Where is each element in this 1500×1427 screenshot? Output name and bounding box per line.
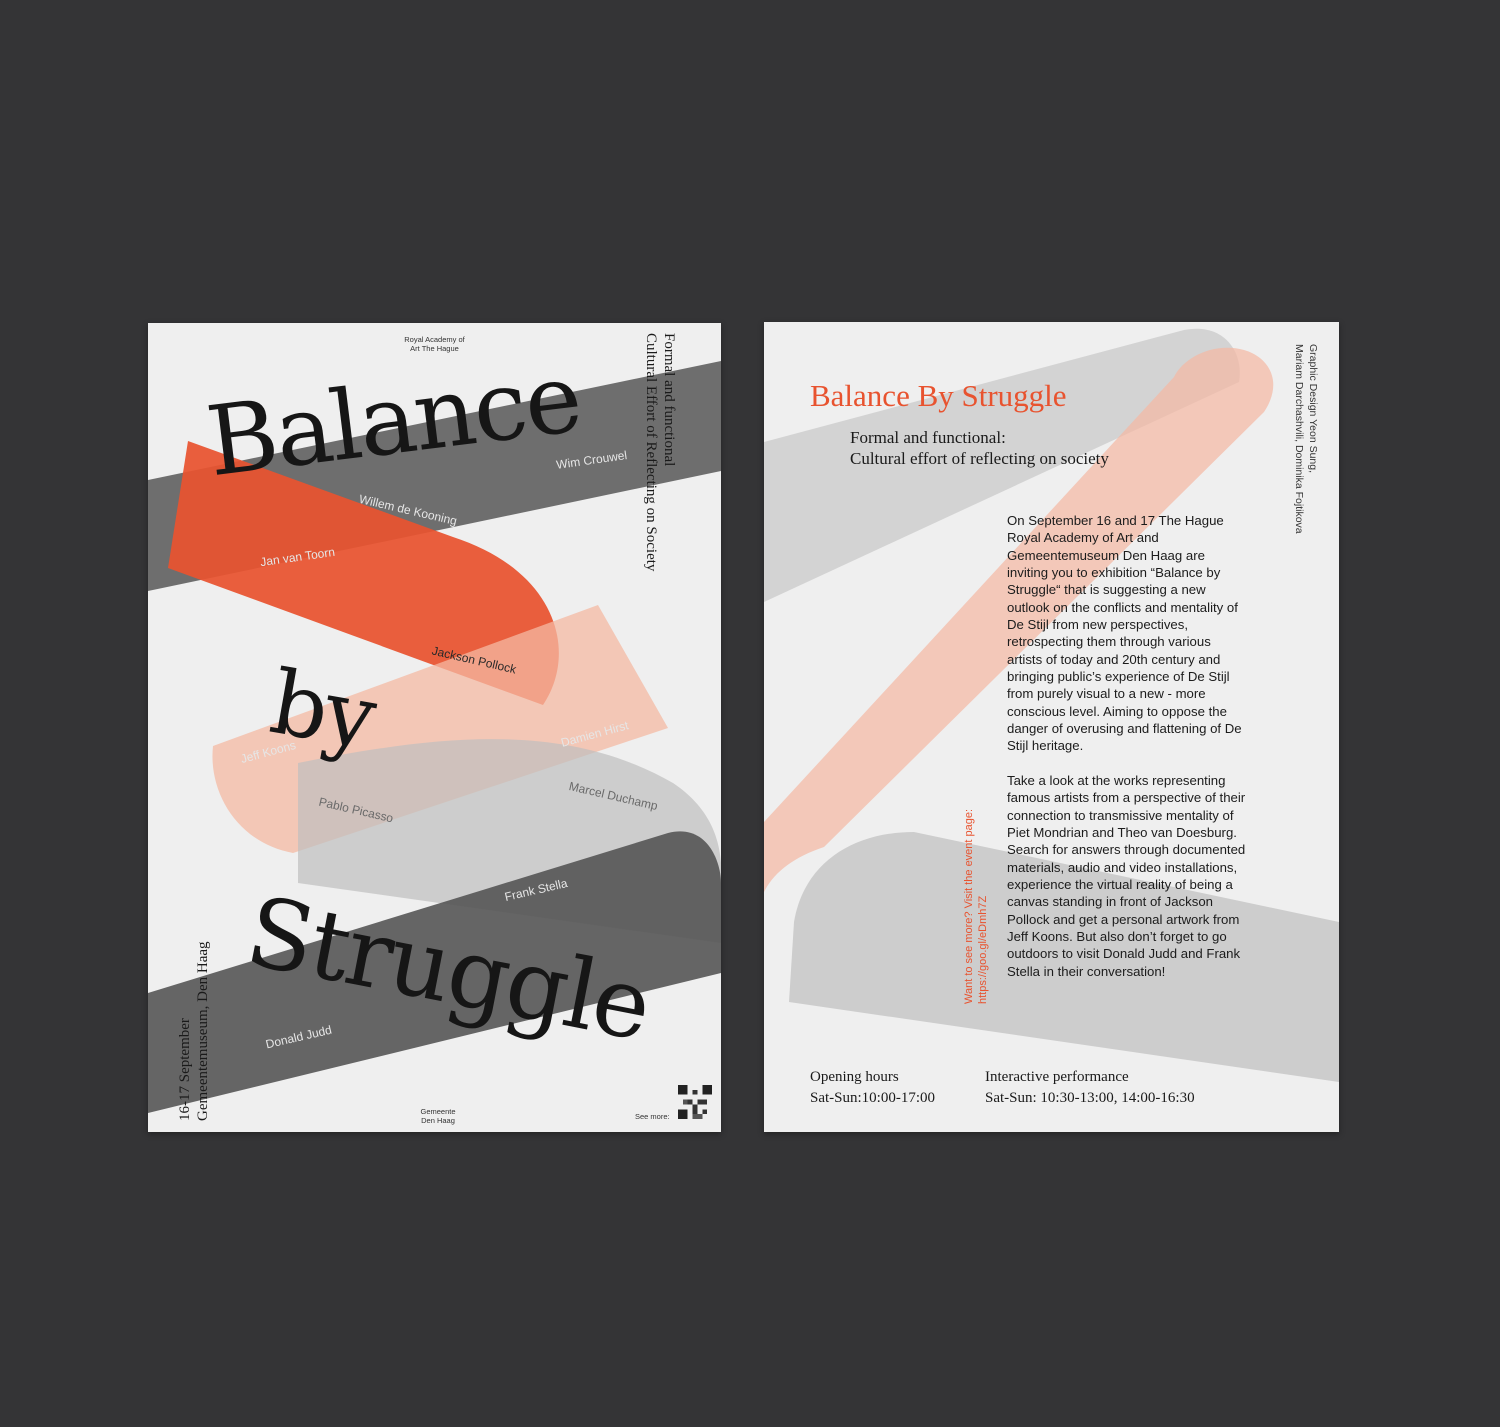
institution-bottom-line2: Den Haag	[421, 1116, 455, 1125]
event-link-label: Want to see more? Visit the event page:	[963, 808, 975, 1004]
subtitle-line1: Formal and functional	[661, 333, 677, 467]
date-line2: Gemeentemuseum, Den Haag	[195, 941, 211, 1121]
institution-bottom: Gemeente Den Haag	[378, 1107, 498, 1125]
back-title: Balance By Struggle	[810, 378, 1067, 413]
performance-value: Sat-Sun: 10:30-13:00, 14:00-16:30	[985, 1090, 1195, 1106]
credits-line2: Mariam Darchashvili, Dominika Fojtikova	[1293, 344, 1305, 534]
back-subtitle-line2: Cultural effort of reflecting on society	[850, 449, 1109, 468]
opening-hours: Opening hours Sat-Sun:10:00-17:00	[810, 1067, 935, 1109]
opening-hours-label: Opening hours	[810, 1069, 899, 1085]
poster-front: Royal Academy of Art The Hague Balance b…	[148, 323, 721, 1132]
date-vertical: 16-17 September Gemeentemuseum, Den Haag	[176, 941, 212, 1121]
qr-code-icon[interactable]	[678, 1085, 712, 1119]
credits-line1: Graphic Design Yeon Sung,	[1307, 344, 1319, 474]
body-paragraph-1: On September 16 and 17 The Hague Royal A…	[1007, 513, 1242, 754]
event-link-url[interactable]: https://goo.gl/eDmh7Z	[976, 809, 990, 1004]
institution-top-line1: Royal Academy of	[404, 335, 465, 344]
subtitle-vertical: Formal and functional Cultural Effort of…	[642, 333, 678, 571]
credits-vertical: Graphic Design Yeon Sung, Mariam Darchas…	[1292, 344, 1320, 534]
date-line1: 16-17 September	[177, 1018, 193, 1121]
poster-back: Balance By Struggle Formal and functiona…	[764, 322, 1339, 1132]
institution-top: Royal Academy of Art The Hague	[148, 335, 721, 353]
event-link-vertical[interactable]: Want to see more? Visit the event page: …	[962, 809, 990, 1004]
back-body: On September 16 and 17 The Hague Royal A…	[1007, 512, 1249, 997]
body-paragraph-2: Take a look at the works representing fa…	[1007, 772, 1246, 979]
institution-top-line2: Art The Hague	[410, 344, 459, 353]
see-more-label: See more:	[635, 1112, 670, 1121]
back-subtitle-line1: Formal and functional:	[850, 428, 1006, 447]
institution-bottom-line1: Gemeente	[420, 1107, 456, 1116]
opening-hours-value: Sat-Sun:10:00-17:00	[810, 1090, 936, 1106]
subtitle-line2: Cultural Effort of Reflecting on Society	[643, 333, 659, 572]
performance-label: Interactive performance	[985, 1069, 1129, 1085]
interactive-performance: Interactive performance Sat-Sun: 10:30-1…	[985, 1067, 1195, 1109]
back-subtitle: Formal and functional: Cultural effort o…	[850, 427, 1109, 469]
